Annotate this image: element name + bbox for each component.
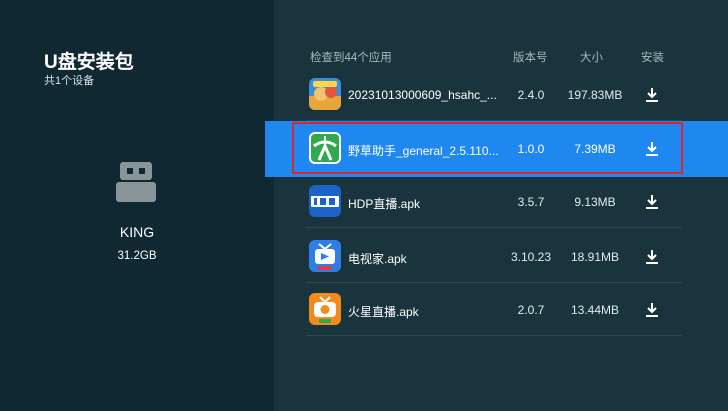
app-size: 197.83MB xyxy=(567,88,623,102)
device-size: 31.2GB xyxy=(117,250,157,262)
list-item[interactable]: HDP直播.apk 3.5.7 9.13MB xyxy=(306,177,682,228)
huoxing-app-icon xyxy=(309,293,341,325)
list-item[interactable]: 20231013000609_hsahc_... 2.4.0 197.83MB xyxy=(306,70,682,121)
header-app-count: 检查到44个应用 xyxy=(310,52,392,64)
app-name: 20231013000609_hsahc_... xyxy=(348,88,497,102)
app-name: 野草助手_general_2.5.110... xyxy=(348,144,499,158)
device-name[interactable]: KING xyxy=(0,224,274,240)
download-icon[interactable] xyxy=(645,302,659,318)
app-version: 2.4.0 xyxy=(517,88,545,102)
app-name: 电视家.apk xyxy=(348,252,407,266)
list-item[interactable]: 电视家.apk 3.10.23 18.91MB xyxy=(306,232,682,283)
app-version: 3.5.7 xyxy=(517,195,545,209)
dianshijia-app-icon xyxy=(309,240,341,272)
download-icon[interactable] xyxy=(645,194,659,210)
app-version: 1.0.0 xyxy=(517,142,545,156)
app-size: 9.13MB xyxy=(574,195,616,209)
app-size: 18.91MB xyxy=(570,250,620,264)
app-size: 13.44MB xyxy=(570,303,620,317)
list-item[interactable]: 火星直播.apk 2.0.7 13.44MB xyxy=(306,285,682,336)
page-title: U盘安装包 xyxy=(44,52,134,73)
yecao-app-icon xyxy=(309,132,341,164)
download-icon[interactable] xyxy=(645,141,659,157)
app-name: 火星直播.apk xyxy=(348,305,419,319)
device-count: 共1个设备 xyxy=(44,75,95,87)
usb-drive-icon[interactable] xyxy=(114,160,158,204)
download-icon[interactable] xyxy=(645,249,659,265)
app-version: 3.10.23 xyxy=(510,250,552,264)
app-size: 7.39MB xyxy=(574,142,616,156)
app-name: HDP直播.apk xyxy=(348,197,421,211)
header-size: 大小 xyxy=(580,52,603,64)
download-icon[interactable] xyxy=(645,87,659,103)
game-app-icon xyxy=(309,78,341,110)
app-version: 2.0.7 xyxy=(517,303,545,317)
list-item-selected[interactable]: 野草助手_general_2.5.110... 1.0.0 7.39MB xyxy=(306,124,682,174)
header-install: 安装 xyxy=(641,52,664,64)
sidebar: U盘安装包 共1个设备 KING 31.2GB xyxy=(0,0,274,411)
header-version: 版本号 xyxy=(513,52,548,64)
hdp-app-icon xyxy=(309,185,341,217)
